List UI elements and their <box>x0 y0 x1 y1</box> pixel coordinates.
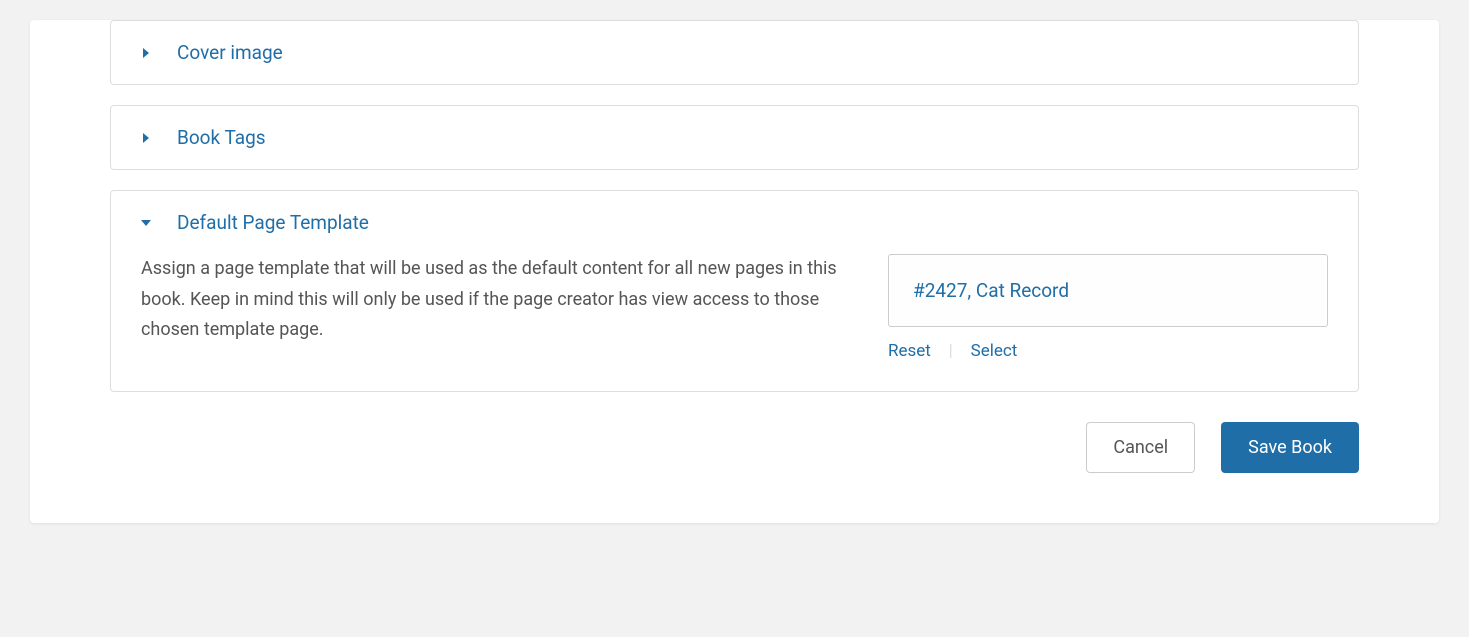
template-select-column: #2427, Cat Record Reset | Select <box>888 254 1328 361</box>
panel-default-template-title: Default Page Template <box>177 211 369 234</box>
panel-default-template-body: Assign a page template that will be used… <box>111 254 1358 391</box>
panel-default-template-header[interactable]: Default Page Template <box>111 191 1358 254</box>
chevron-down-icon <box>141 218 161 228</box>
template-actions: Reset | Select <box>888 341 1328 361</box>
default-template-description: Assign a page template that will be used… <box>141 254 848 346</box>
chevron-right-icon <box>141 48 161 58</box>
template-reset-link[interactable]: Reset <box>888 341 931 361</box>
save-book-button[interactable]: Save Book <box>1221 422 1359 473</box>
template-selected-value: #2427, Cat Record <box>913 279 1069 302</box>
cancel-button[interactable]: Cancel <box>1086 422 1195 473</box>
form-card: Cover image Book Tags Default Page Templ… <box>30 20 1439 523</box>
panel-cover-image-header[interactable]: Cover image <box>111 21 1358 84</box>
form-button-row: Cancel Save Book <box>110 422 1359 473</box>
separator: | <box>949 341 953 361</box>
panel-book-tags-title: Book Tags <box>177 126 266 149</box>
panel-cover-image: Cover image <box>110 20 1359 85</box>
panel-default-template: Default Page Template Assign a page temp… <box>110 190 1359 392</box>
chevron-right-icon <box>141 133 161 143</box>
panel-book-tags: Book Tags <box>110 105 1359 170</box>
panel-cover-image-title: Cover image <box>177 41 283 64</box>
template-selected-box[interactable]: #2427, Cat Record <box>888 254 1328 327</box>
template-select-link[interactable]: Select <box>971 341 1018 361</box>
panel-book-tags-header[interactable]: Book Tags <box>111 106 1358 169</box>
